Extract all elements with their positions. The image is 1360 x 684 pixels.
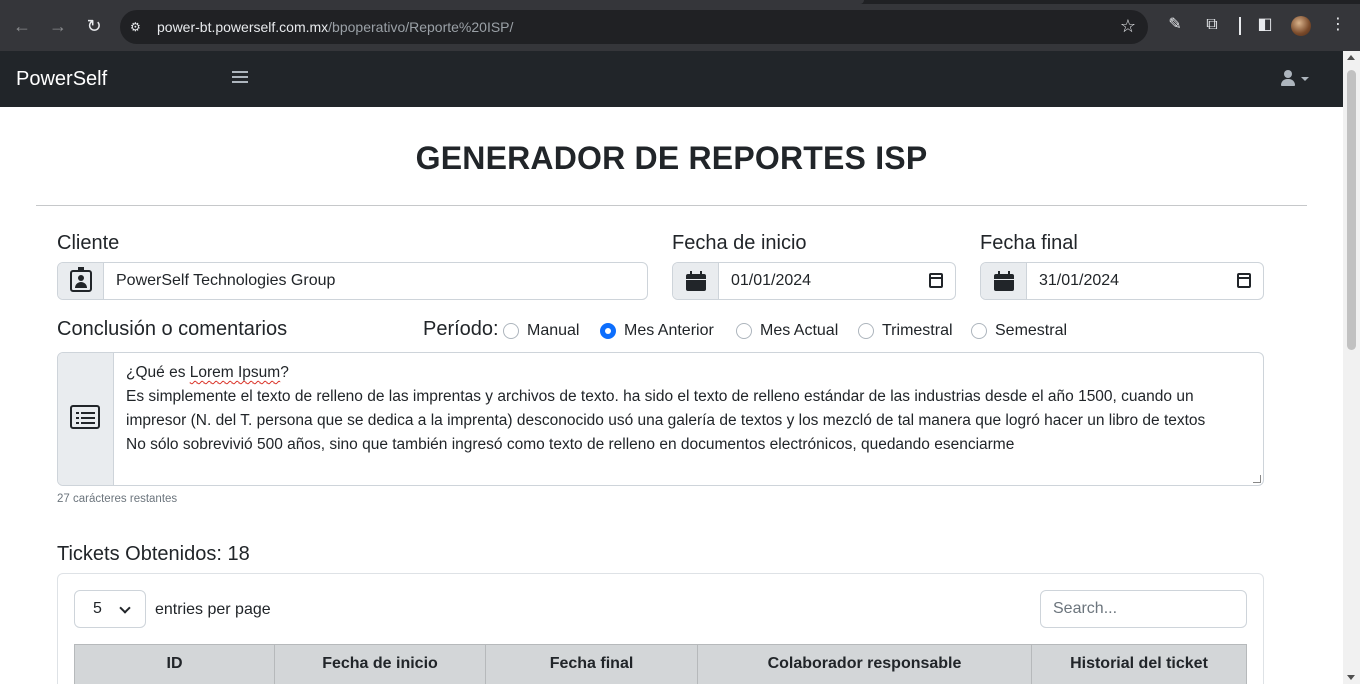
periodo-radio-trimestral[interactable]: Trimestral	[858, 322, 953, 340]
text-span: ?	[280, 364, 289, 381]
resize-handle[interactable]	[1253, 475, 1261, 483]
url-host: power-bt.powerself.com.mx	[157, 19, 329, 35]
fecha-inicio-input-group: 01/01/2024	[672, 262, 956, 300]
eyedropper-icon[interactable]: ✎	[1164, 14, 1186, 36]
user-dropdown[interactable]	[1280, 69, 1312, 89]
user-icon	[1280, 69, 1296, 87]
column-header-fecha-inicio[interactable]: Fecha de inicio	[275, 645, 486, 684]
misspelled-word: Lorem Ipsum	[189, 364, 281, 381]
date-picker-icon[interactable]	[1237, 273, 1251, 288]
comentarios-textarea[interactable]: ¿Qué es Lorem Ipsum? Es simplemente el t…	[114, 353, 1263, 485]
navbar-brand[interactable]: PowerSelf	[16, 68, 107, 91]
periodo-label: Período:	[423, 318, 499, 340]
address-url[interactable]: power-bt.powerself.com.mx/bpoperativo/Re…	[157, 19, 513, 35]
site-settings-icon[interactable]: ⚙	[130, 19, 146, 35]
side-panel-icon[interactable]: ◧	[1254, 14, 1276, 36]
address-bar[interactable]: ⚙ power-bt.powerself.com.mx/bpoperativo/…	[120, 10, 1148, 44]
fecha-final-input[interactable]: 31/01/2024	[1027, 263, 1263, 299]
active-tab[interactable]	[0, 0, 864, 4]
comentarios-label: Conclusión o comentarios	[57, 318, 288, 340]
page-size-select[interactable]: 5	[74, 590, 146, 628]
title-divider	[36, 205, 1307, 206]
periodo-radio-mes-actual[interactable]: Mes Actual	[736, 322, 838, 340]
radio-indicator[interactable]	[736, 323, 752, 339]
caret-down-icon	[1301, 77, 1309, 81]
column-header-id[interactable]: ID	[75, 645, 275, 684]
profile-avatar[interactable]	[1291, 16, 1311, 36]
fecha-inicio-label: Fecha de inicio	[672, 232, 807, 254]
page-size-value: 5	[93, 600, 102, 617]
url-path: /bpoperativo/Reporte%20ISP/	[328, 19, 514, 35]
radio-label: Mes Actual	[760, 322, 839, 339]
column-header-colaborador[interactable]: Colaborador responsable	[698, 645, 1032, 684]
radio-label: Manual	[527, 322, 580, 339]
calendar-icon	[686, 271, 706, 291]
radio-label: Mes Anterior	[624, 322, 714, 339]
comentarios-addon	[58, 353, 114, 485]
cliente-addon	[58, 263, 104, 299]
person-badge-icon	[70, 267, 92, 292]
radio-indicator-selected[interactable]	[600, 323, 616, 339]
radio-indicator[interactable]	[503, 323, 519, 339]
text-span: ¿Qué es	[126, 364, 190, 381]
fecha-inicio-input[interactable]: 01/01/2024	[719, 263, 955, 299]
entries-per-page-label: entries per page	[155, 601, 271, 618]
comentarios-input-group: ¿Qué es Lorem Ipsum? Es simplemente el t…	[57, 352, 1264, 486]
table-header: ID Fecha de inicio Fecha final Colaborad…	[74, 644, 1247, 684]
textarea-line: ¿Qué es Lorem Ipsum?	[126, 361, 1251, 385]
cliente-input[interactable]: PowerSelf Technologies Group	[104, 263, 647, 299]
column-header-fecha-final[interactable]: Fecha final	[486, 645, 698, 684]
periodo-radio-semestral[interactable]: Semestral	[971, 322, 1067, 340]
periodo-radio-mes-anterior[interactable]: Mes Anterior	[600, 322, 714, 340]
fecha-final-value: 31/01/2024	[1039, 272, 1120, 289]
cliente-label: Cliente	[57, 232, 120, 254]
text-list-icon	[70, 405, 100, 429]
radio-indicator[interactable]	[858, 323, 874, 339]
char-counter: 27 carácteres restantes	[57, 493, 178, 505]
cliente-input-group: PowerSelf Technologies Group	[57, 262, 648, 300]
scroll-down-arrow-icon[interactable]	[1347, 675, 1355, 680]
tickets-title: Tickets Obtenidos: 18	[57, 543, 250, 565]
fecha-final-label: Fecha final	[980, 232, 1078, 254]
reload-icon[interactable]: ↻	[81, 13, 107, 39]
textarea-line: impresor (N. del T. persona que se dedic…	[126, 412, 1206, 429]
page-title: GENERADOR DE REPORTES ISP	[415, 140, 928, 176]
column-header-historial[interactable]: Historial del ticket	[1032, 645, 1246, 684]
periodo-radio-manual[interactable]: Manual	[503, 322, 579, 340]
radio-label: Semestral	[995, 322, 1068, 339]
extensions-icon[interactable]: ⧉	[1201, 14, 1223, 36]
fecha-final-input-group: 31/01/2024	[980, 262, 1264, 300]
hamburger-menu-icon[interactable]	[232, 71, 248, 85]
radio-label: Trimestral	[882, 322, 953, 339]
date-picker-icon[interactable]	[929, 273, 943, 288]
textarea-line: Es simplemente el texto de relleno de la…	[126, 388, 1194, 405]
page-scrollbar[interactable]	[1343, 51, 1360, 684]
textarea-line: No sólo sobrevivió 500 años, sino que ta…	[126, 436, 1015, 453]
bookmark-star-icon[interactable]: ☆	[1120, 16, 1136, 37]
fecha-final-addon	[981, 263, 1027, 299]
calendar-icon	[994, 271, 1014, 291]
tickets-card: 5 entries per page Search... ID Fecha de…	[57, 573, 1264, 684]
kebab-menu-icon[interactable]: ⋮	[1327, 14, 1349, 36]
scroll-thumb[interactable]	[1347, 70, 1356, 350]
chevron-down-icon	[119, 602, 131, 614]
fecha-inicio-addon	[673, 263, 719, 299]
radio-indicator[interactable]	[971, 323, 987, 339]
forward-arrow-icon[interactable]: →	[45, 13, 71, 39]
fecha-inicio-value: 01/01/2024	[731, 272, 812, 289]
back-arrow-icon[interactable]: ←	[9, 13, 35, 39]
tab-strip	[0, 0, 1360, 4]
toolbar-divider	[1239, 17, 1241, 35]
table-search-input[interactable]: Search...	[1040, 590, 1247, 628]
scroll-up-arrow-icon[interactable]	[1347, 55, 1355, 60]
browser-toolbar: ← → ↻ ⚙ power-bt.powerself.com.mx/bpoper…	[0, 0, 1360, 51]
app-navbar: PowerSelf	[0, 51, 1343, 107]
